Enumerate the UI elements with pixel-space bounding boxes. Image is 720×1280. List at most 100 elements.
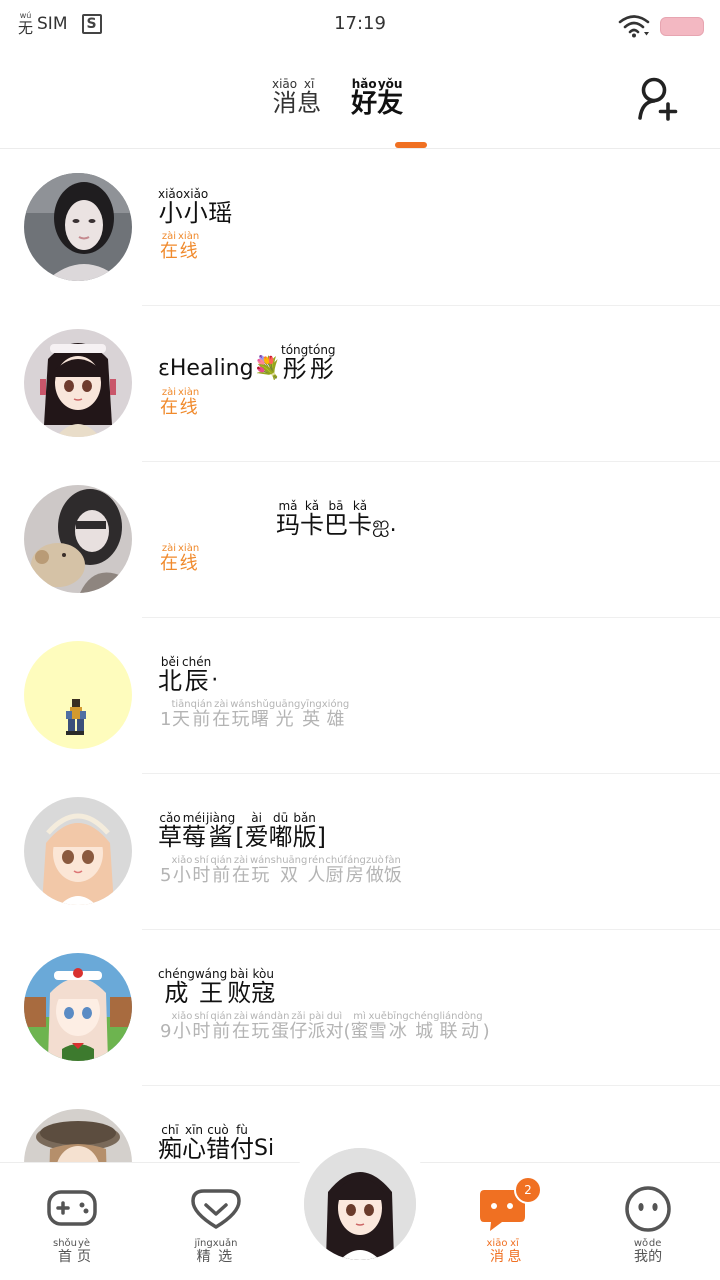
hanzi: 版	[292, 823, 317, 851]
unread-badge: 2	[514, 1176, 542, 1204]
gamepad-icon[interactable]	[46, 1183, 98, 1235]
hanzi: 巴	[324, 511, 348, 539]
pinyin-char: zài 在	[160, 544, 178, 573]
add-person-icon[interactable]	[632, 74, 682, 124]
friend-name: chī 痴 xīn 心 cuò 错 fù 付 Si	[158, 1124, 274, 1161]
pinyin-char: xióng 雄	[322, 700, 350, 729]
pinyin-char: mì 蜜	[351, 1012, 369, 1041]
friend-row[interactable]: běi 北 chén 辰 · 1 tiān 天 qián 前 zài 在 wán 玩 shǔ 曙 guāng 光…	[0, 618, 720, 774]
pinyin-char: duì 对	[325, 1012, 343, 1041]
hanzi: 莓	[182, 823, 206, 851]
hanzi: 息	[507, 1249, 522, 1265]
pinyin-char: xiàn 线	[178, 388, 199, 417]
pinyin-char: fù 付	[230, 1124, 254, 1161]
avatar[interactable]	[24, 173, 132, 281]
hanzi: 联	[439, 1021, 458, 1042]
hanzi: 彤	[282, 355, 307, 383]
hanzi: 线	[179, 241, 198, 262]
hanzi: 选	[218, 1249, 233, 1265]
avatar[interactable]	[24, 953, 132, 1061]
hanzi: 线	[179, 397, 198, 418]
pinyin: xī	[510, 1238, 519, 1249]
friend-name-suffix: ஐ.	[372, 512, 397, 537]
hanzi: 草	[158, 823, 182, 851]
pinyin: wǒ	[633, 1238, 649, 1249]
pinyin-char: cuò 错	[206, 1124, 230, 1161]
nav-featured[interactable]: jīng 精 xuǎn 选	[166, 1183, 266, 1264]
nav-me[interactable]: wǒ 我 de 的	[598, 1183, 698, 1264]
hanzi: 英	[302, 709, 321, 730]
status-time-prefix: 1	[160, 709, 172, 730]
friend-row[interactable]: chéng 成 wáng 王 bài 败 kòu 寇 9 xiǎo 小 shí 时 qián 前 zài 在 w…	[0, 930, 720, 1086]
tab-friends[interactable]: hǎo 好 yǒu 友	[351, 78, 403, 117]
hanzi: 光	[275, 709, 294, 730]
pinyin-char: pài 派	[307, 1012, 325, 1041]
avatar[interactable]	[24, 329, 132, 437]
hanzi: 错	[206, 1135, 230, 1163]
pinyin-char: mǎ 玛	[276, 500, 300, 537]
friend-row[interactable]: xiǎo 小 xiǎo 小瑶 zài 在 xiàn 线	[0, 150, 720, 306]
pinyin-char: chéng 成	[158, 968, 195, 1005]
pinyin-char: zuò 做	[366, 856, 384, 885]
pinyin-char: zài 在	[212, 700, 230, 729]
hanzi: 动	[461, 1021, 480, 1042]
pinyin-char: xiàn 线	[178, 232, 199, 261]
pinyin-char: dū 嘟	[269, 812, 293, 849]
heart-icon[interactable]	[190, 1183, 242, 1235]
hanzi: 厨	[325, 865, 344, 886]
pinyin-char: dòng 动	[457, 1012, 482, 1041]
pinyin-char: chén 辰	[182, 656, 211, 693]
hanzi: 时	[192, 1021, 211, 1042]
nav-label: wǒ 我 de 的	[633, 1238, 662, 1265]
top-header: xiāo 消 xī 息 hǎo 好 yǒu 友	[0, 50, 720, 149]
hanzi: )	[482, 1021, 490, 1042]
hanzi: 败	[227, 979, 252, 1007]
hanzi: 消	[272, 89, 297, 117]
pinyin-char: zài 在	[160, 388, 178, 417]
friend-status: 1 tiān 天 qián 前 zài 在 wán 玩 shǔ 曙 guāng 光 yīng 英 xióng 雄	[160, 700, 349, 729]
nav-home[interactable]: shǒu 首 yè 页	[22, 1183, 122, 1264]
smiley-face-icon[interactable]	[622, 1183, 674, 1235]
hanzi: ]	[316, 823, 326, 851]
user-avatar-icon[interactable]	[304, 1148, 416, 1260]
hanzi: 彤	[309, 355, 334, 383]
pinyin-char: 瑶	[208, 200, 232, 225]
hanzi: 消	[489, 1249, 504, 1265]
hanzi: 人	[307, 865, 326, 886]
avatar[interactable]	[24, 485, 132, 593]
hanzi: 卡	[300, 511, 324, 539]
friend-name-suffix: ·	[211, 668, 219, 693]
status-time-prefix: 5	[160, 865, 172, 886]
tab-messages[interactable]: xiāo 消 xī 息	[272, 78, 321, 117]
hanzi: 玛	[276, 511, 300, 539]
hanzi: 玩	[251, 865, 270, 886]
pinyin-char: shǔ 曙	[251, 700, 269, 729]
hanzi: 在	[232, 1021, 250, 1042]
hanzi: 小	[172, 865, 191, 886]
avatar[interactable]	[24, 797, 132, 905]
hanzi: 饭	[383, 865, 402, 886]
pinyin-char: xiǎo 小	[171, 1012, 192, 1041]
pinyin-char: wán 玩	[250, 856, 271, 885]
pinyin: xiāo	[486, 1238, 508, 1249]
hanzi: 在	[160, 397, 178, 418]
friend-row[interactable]: cǎo 草 méi 莓 jiàng 酱[ài 爱 dū 嘟 bǎn 版] 5 xiǎo 小 shí 时 qiá…	[0, 774, 720, 930]
pinyin-char: xuě 雪	[369, 1012, 387, 1041]
hanzi: 息	[297, 89, 322, 117]
nav-label: jīng 精 xuǎn 选	[195, 1239, 238, 1265]
friend-row[interactable]: εHealing💐 tóng 彤 tóng 彤 zài 在 xiàn 线	[0, 306, 720, 462]
hanzi: 酱	[208, 823, 233, 851]
pinyin-char: ]	[317, 824, 326, 849]
pinyin-char: shuāng 双	[271, 856, 308, 885]
pinyin-char: méi 莓	[182, 812, 206, 849]
hanzi: 在	[232, 865, 250, 886]
pinyin-char: ài 爱	[245, 812, 269, 849]
hanzi: 瑶	[208, 199, 233, 227]
friend-row[interactable]: mǎ 玛 kǎ 卡 bā 巴 kǎ 卡 ஐ. zài 在 xiàn 线	[0, 462, 720, 618]
hanzi: 王	[199, 979, 223, 1007]
pinyin-char: tóng 彤	[281, 344, 308, 381]
hanzi: 雪	[368, 1021, 387, 1042]
pinyin-char: jiàng 酱	[206, 812, 235, 849]
avatar[interactable]	[24, 641, 132, 749]
hanzi: 小	[172, 1021, 191, 1042]
